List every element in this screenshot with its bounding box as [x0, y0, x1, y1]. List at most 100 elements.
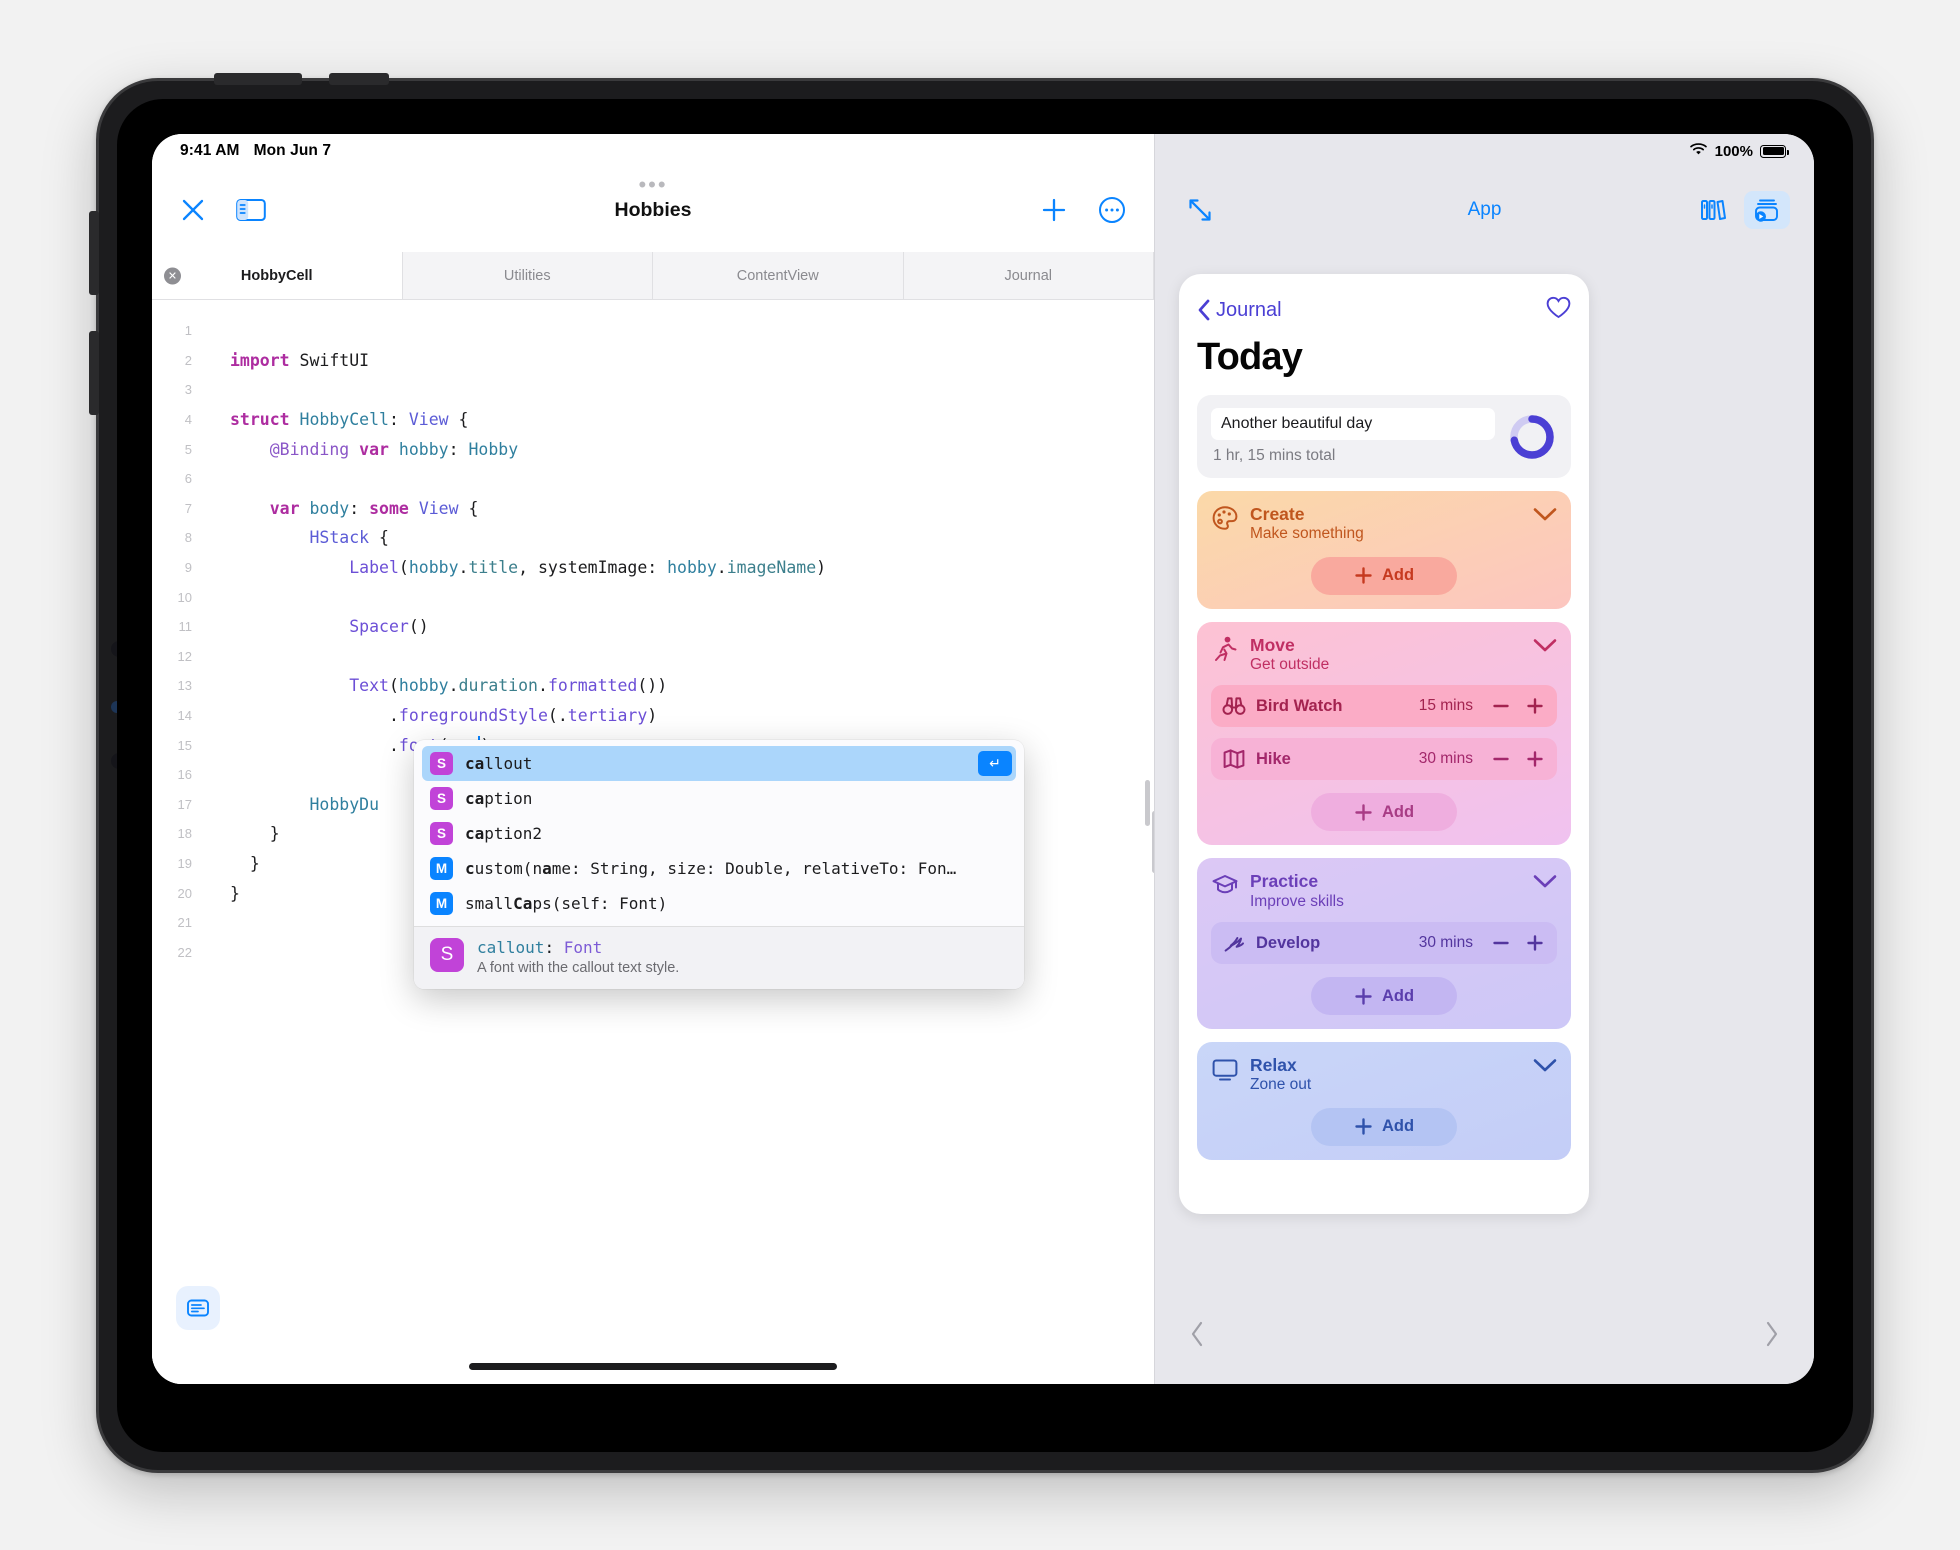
activity-row[interactable]: Hike 30 mins [1211, 738, 1557, 781]
console-icon[interactable] [176, 1286, 220, 1330]
graduation-cap-icon [1211, 871, 1239, 899]
battery-icon [1760, 144, 1789, 158]
vertical-scrollbar[interactable] [1145, 780, 1150, 826]
next-page-icon[interactable] [1764, 1320, 1780, 1353]
code-line[interactable]: 7 var body: some View { [152, 494, 1154, 524]
editor-tab-label: ContentView [736, 267, 819, 284]
add-activity-button[interactable]: Add [1311, 1107, 1457, 1146]
activity-row[interactable]: Develop 30 mins [1211, 922, 1557, 965]
code-line[interactable]: 10 [152, 582, 1154, 612]
autocomplete-popup[interactable]: Scallout Scaption Scaption2 Mcustom(name: S… [414, 740, 1024, 989]
line-number: 10 [177, 589, 192, 605]
autocomplete-item[interactable]: MsmallCaps(self: Font) [422, 886, 1016, 921]
chevron-down-icon[interactable] [1533, 638, 1557, 658]
code-line[interactable]: 4 struct HobbyCell: View { [152, 405, 1154, 435]
add-button-label: Add [1381, 986, 1415, 1005]
editor-tab-utilities[interactable]: Utilities [402, 252, 653, 299]
tab-close-icon[interactable]: ✕ [164, 267, 181, 284]
sidebar-toggle-icon[interactable] [236, 197, 266, 223]
code-area[interactable]: 1 2 import SwiftUI 3 4 struct HobbyCell: View… [152, 300, 1154, 1384]
line-number: 1 [184, 323, 192, 339]
editor-toolbar: ••• Hobbies [152, 168, 1154, 252]
ellipsis-circle-icon[interactable] [1098, 196, 1126, 224]
hobby-category-card[interactable]: Relax Zone out Add [1197, 1042, 1571, 1160]
line-number: 9 [184, 560, 192, 576]
side-button-upper[interactable] [89, 211, 99, 295]
code-line[interactable]: 8 HStack { [152, 523, 1154, 553]
chevron-down-icon[interactable] [1533, 874, 1557, 894]
plus-icon [1355, 1118, 1372, 1136]
heart-icon[interactable] [1546, 296, 1571, 324]
swift-bird-icon [1222, 931, 1246, 955]
autocomplete-item[interactable]: Scallout [422, 746, 1016, 781]
add-button-label: Add [1381, 1117, 1415, 1136]
code-line[interactable]: 6 [152, 464, 1154, 494]
autocomplete-list[interactable]: Scallout Scaption Scaption2 Mcustom(name: S… [414, 740, 1024, 926]
prev-page-icon[interactable] [1189, 1320, 1205, 1353]
editor-tab-bar: ✕ HobbyCell Utilities ContentView Journal [152, 252, 1154, 300]
line-number: 17 [177, 796, 192, 812]
add-activity-button[interactable]: Add [1311, 556, 1457, 595]
add-activity-button[interactable]: Add [1311, 977, 1457, 1016]
autocomplete-item[interactable]: Scaption2 [422, 816, 1016, 851]
plus-icon[interactable] [1524, 932, 1546, 954]
chevron-left-icon [1198, 299, 1210, 321]
minus-icon[interactable] [1490, 748, 1512, 770]
line-number: 21 [177, 915, 192, 931]
plus-icon [1355, 987, 1372, 1005]
pane-divider-handle[interactable] [1152, 811, 1154, 873]
code-line[interactable]: 2 import SwiftUI [152, 346, 1154, 376]
struct-symbol-icon: S [430, 787, 453, 810]
code-line[interactable]: 13 Text(hobby.duration.formatted()) [152, 671, 1154, 701]
hobby-category-card[interactable]: Move Get outside Bird Watch 15 mins Hike 30 m… [1197, 621, 1571, 846]
activity-row[interactable]: Bird Watch 15 mins [1211, 685, 1557, 728]
symbol-badge-icon: S [430, 938, 464, 972]
line-number: 16 [177, 767, 192, 783]
code-line[interactable]: 5 @Binding var hobby: Hobby [152, 434, 1154, 464]
add-activity-button[interactable]: Add [1311, 793, 1457, 832]
code-line[interactable]: 9 Label(hobby.title, systemImage: hobby.… [152, 553, 1154, 583]
line-number: 2 [184, 352, 192, 368]
power-button[interactable] [214, 73, 302, 85]
total-duration-label: 1 hr, 15 mins total [1213, 447, 1336, 464]
code-line[interactable]: 11 Spacer() [152, 612, 1154, 642]
return-key-hint: ↵ [978, 751, 1012, 776]
code-line[interactable]: 3 [152, 375, 1154, 405]
code-text: HobbyDu [309, 794, 380, 814]
window-drag-handle-icon[interactable]: ••• [638, 174, 667, 196]
app-page-title: Today [1197, 336, 1303, 378]
plus-icon[interactable] [1040, 196, 1068, 224]
struct-symbol-icon: S [430, 822, 453, 845]
activity-name: Bird Watch [1256, 696, 1343, 715]
editor-tab-label: HobbyCell [240, 267, 313, 284]
editor-tab-journal[interactable]: Journal [903, 252, 1154, 299]
line-number: 11 [178, 619, 193, 635]
status-time: 9:41 AM [180, 142, 240, 159]
chevron-down-icon[interactable] [1533, 1058, 1557, 1078]
editor-tab-contentview[interactable]: ContentView [653, 252, 904, 299]
autocomplete-item[interactable]: Scaption [422, 781, 1016, 816]
close-icon[interactable] [180, 197, 206, 223]
category-subtitle: Make something [1250, 525, 1364, 543]
autocomplete-item[interactable]: MlowercaseSmallCaps(self: Font) [422, 921, 1016, 926]
hobby-category-card[interactable]: Create Make something Add [1197, 491, 1571, 609]
code-text: } [230, 824, 280, 844]
code-line[interactable]: 1 [152, 316, 1154, 346]
hobby-category-card[interactable]: Practice Improve skills Develop 30 mins Add [1197, 858, 1571, 1030]
chevron-down-icon[interactable] [1533, 507, 1557, 527]
side-button-lower[interactable] [89, 331, 99, 415]
autocomplete-item[interactable]: Mcustom(name: String, size: Double, rela… [422, 851, 1016, 886]
volume-button[interactable] [329, 73, 389, 85]
status-bar: 9:41 AM Mon Jun 7 [152, 134, 1154, 168]
minus-icon[interactable] [1490, 695, 1512, 717]
summary-text-group: Another beautiful day 1 hr, 15 mins tota… [1211, 408, 1495, 465]
back-button[interactable]: Journal [1197, 299, 1282, 322]
editor-tab-hobbycell[interactable]: ✕ HobbyCell [152, 252, 403, 299]
plus-icon[interactable] [1524, 695, 1546, 717]
code-line[interactable]: 12 [152, 642, 1154, 672]
code-line[interactable]: 14 .foregroundStyle(.tertiary) [152, 701, 1154, 731]
add-button-label: Add [1381, 802, 1415, 821]
note-input[interactable]: Another beautiful day [1211, 408, 1495, 440]
plus-icon[interactable] [1524, 748, 1546, 770]
minus-icon[interactable] [1490, 932, 1512, 954]
